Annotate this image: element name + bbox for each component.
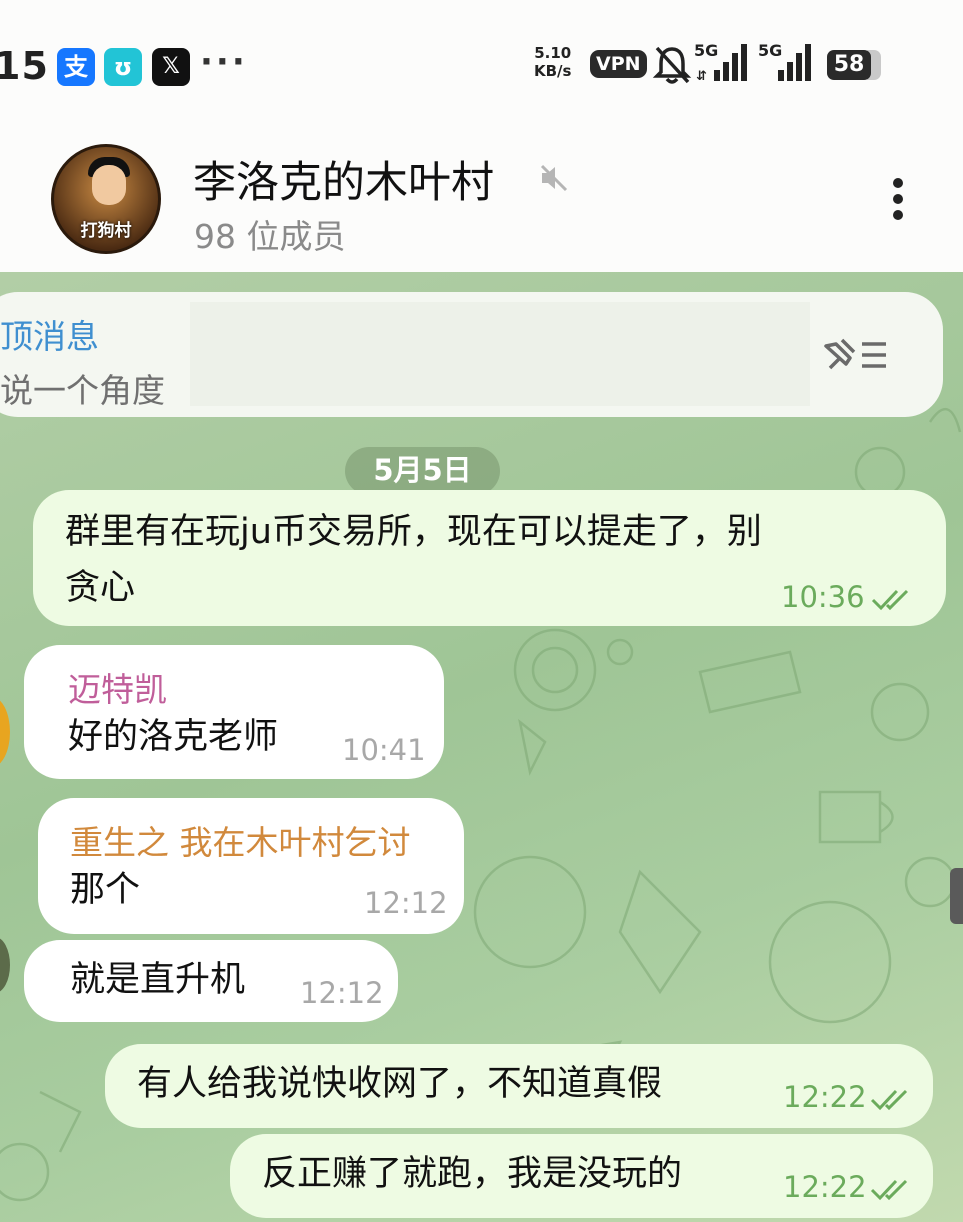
- battery-level: 58: [827, 50, 871, 80]
- muted-speaker-icon: [540, 164, 568, 192]
- signal-5g-icon: 5G: [758, 41, 811, 81]
- chat-header[interactable]: 打狗村 李洛克的木叶村 98 位成员: [0, 120, 963, 272]
- message-text-line: 群里有在玩ju币交易所，现在可以提走了，别: [65, 512, 762, 552]
- message-time: 10:36: [781, 580, 865, 614]
- message-time: 12:12: [300, 976, 384, 1010]
- message-time: 12:22: [783, 1170, 867, 1204]
- message-text: 有人给我说快收网了，不知道真假: [137, 1064, 663, 1104]
- app-icon: ʊ: [104, 48, 142, 86]
- chat-area[interactable]: 顶消息 说一个角度 5月5日 群里有在玩ju币交易所，现在可以提走了，别 贪心 …: [0, 272, 963, 1222]
- message-time: 10:41: [342, 733, 426, 767]
- message-bubble-incoming[interactable]: 就是直升机 12:12: [24, 940, 398, 1022]
- message-bubble-outgoing[interactable]: 有人给我说快收网了，不知道真假 12:22: [105, 1044, 933, 1128]
- message-bubble-outgoing[interactable]: 群里有在玩ju币交易所，现在可以提走了，别 贪心 10:36: [33, 490, 946, 626]
- message-text-line: 贪心: [65, 568, 136, 608]
- pinned-title: 顶消息: [0, 317, 99, 356]
- status-bar: 15 支 ʊ 𝕏 ··· 5.10 KB/s VPN 5G ⇵ 5G 58: [0, 0, 963, 120]
- svg-text:⇵: ⇵: [696, 69, 707, 84]
- double-check-icon: [870, 1179, 908, 1201]
- alipay-icon: 支: [57, 48, 95, 86]
- message-text: 那个: [70, 870, 141, 910]
- svg-text:5G: 5G: [758, 41, 782, 60]
- bell-muted-icon: [652, 46, 692, 84]
- status-time: 15: [0, 44, 49, 88]
- network-speed: 5.10 KB/s: [534, 44, 571, 80]
- pinned-message-bar[interactable]: 顶消息 说一个角度: [0, 292, 943, 417]
- message-bubble-incoming[interactable]: 重生之 我在木叶村乞讨 那个 12:12: [38, 798, 464, 934]
- battery-icon: 58: [827, 50, 883, 80]
- date-badge: 5月5日: [345, 447, 500, 495]
- group-avatar[interactable]: 打狗村: [51, 144, 161, 254]
- svg-text:5G: 5G: [694, 41, 718, 60]
- member-count: 98 位成员: [194, 217, 346, 256]
- sender-name[interactable]: 迈特凯: [68, 663, 167, 711]
- message-time: 12:22: [783, 1080, 867, 1114]
- double-check-icon: [870, 1089, 908, 1111]
- pin-list-icon[interactable]: [822, 334, 888, 376]
- network-speed-value: 5.10: [534, 44, 572, 62]
- message-text: 反正赚了就跑，我是没玩的: [262, 1154, 683, 1194]
- blurred-region: [190, 302, 810, 406]
- message-bubble-outgoing[interactable]: 反正赚了就跑，我是没玩的 12:22: [230, 1134, 933, 1218]
- chat-title[interactable]: 李洛克的木叶村: [193, 148, 494, 210]
- network-speed-unit: KB/s: [534, 62, 572, 80]
- double-check-icon: [871, 589, 909, 611]
- signal-5g-icon: 5G ⇵: [694, 41, 747, 84]
- message-bubble-incoming[interactable]: 迈特凯 好的洛克老师 10:41: [24, 645, 444, 779]
- sender-name[interactable]: 重生之 我在木叶村乞讨: [70, 816, 411, 864]
- pinned-text: 说一个角度: [0, 371, 165, 410]
- more-menu-icon[interactable]: [893, 178, 907, 226]
- message-time: 12:12: [364, 886, 448, 920]
- x-icon: 𝕏: [152, 48, 190, 86]
- avatar-label: 打狗村: [80, 221, 132, 241]
- message-text: 好的洛克老师: [68, 717, 279, 757]
- vpn-badge: VPN: [590, 50, 647, 78]
- scroll-handle[interactable]: [950, 868, 963, 924]
- message-text: 就是直升机: [70, 960, 246, 1000]
- more-notifications-icon: ···: [200, 42, 248, 82]
